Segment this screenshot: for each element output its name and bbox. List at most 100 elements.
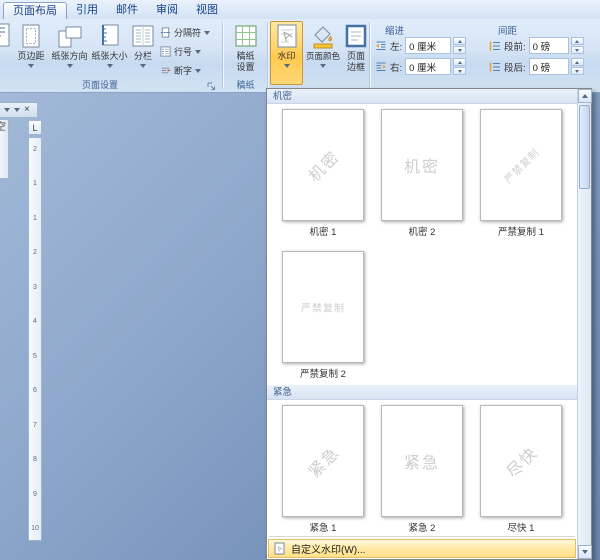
indent-right-value: 0 厘米: [409, 60, 436, 74]
watermark-preview-text: 机密: [302, 144, 344, 186]
scroll-down-icon: [582, 550, 588, 554]
watermark-preview-text: 尽快: [500, 440, 542, 482]
dropdown-arrow-icon[interactable]: [14, 108, 20, 112]
empty-cell: [477, 251, 565, 380]
indent-left-value: 0 厘米: [409, 39, 436, 53]
line-numbers-button[interactable]: 行号: [158, 43, 203, 60]
margins-label: 页边距: [17, 51, 44, 62]
hyphenation-button[interactable]: 断字: [158, 62, 203, 79]
ruler-number: 2: [33, 249, 37, 256]
dropdown-arrow-icon: [204, 31, 210, 35]
indent-right-row: 右: 0 厘米: [375, 58, 466, 75]
spin-up-button[interactable]: [453, 37, 466, 45]
watermark-gallery-content: 机密 机密 机密 1 机密 机密 2 严禁复制 严禁复制 1 严禁复制: [267, 89, 577, 559]
ruler-number: 8: [33, 456, 37, 463]
custom-watermark-label: 自定义水印(W)...: [291, 541, 365, 556]
page-setup-dialog-launcher[interactable]: [206, 79, 217, 90]
group-grid-paper: 稿纸 设置 稿纸: [223, 19, 268, 92]
spacing-after-icon: [489, 61, 501, 73]
indent-right-label: 右:: [390, 60, 402, 74]
scroll-up-button[interactable]: [578, 89, 592, 103]
spin-down-button[interactable]: [453, 67, 466, 75]
group-page-background: A 水印 页面颜色 页面 边框: [268, 19, 370, 92]
watermark-preview-text: 严禁复制: [500, 144, 542, 186]
scrollbar-thumb[interactable]: [579, 105, 590, 189]
watermark-option-do-not-copy-2[interactable]: 严禁复制 严禁复制 2: [279, 251, 367, 380]
watermark-option-label: 机密 2: [409, 224, 436, 238]
vertical-ruler[interactable]: 2112345678910: [28, 137, 42, 541]
indent-left-input[interactable]: 0 厘米: [405, 37, 451, 54]
spacing-after-spinner: [571, 58, 584, 75]
spacing-after-value: 0 磅: [533, 60, 550, 74]
watermark-preview-page: 机密: [381, 109, 463, 221]
paper-size-button[interactable]: 纸张大小: [90, 21, 129, 85]
watermark-option-do-not-copy-1[interactable]: 严禁复制 严禁复制 1: [477, 109, 565, 238]
watermark-preview-page: 严禁复制: [480, 109, 562, 221]
dropdown-arrow-icon: [195, 69, 201, 73]
group-paragraph: 缩进 间距 左: 0 厘米 右: 0 厘米: [371, 19, 600, 92]
watermark-option-label: 尽快 1: [508, 520, 535, 534]
indent-right-input[interactable]: 0 厘米: [405, 58, 451, 75]
watermark-preview-page: 紧急: [381, 405, 463, 517]
watermark-row-1: 机密 机密 1 机密 机密 2 严禁复制 严禁复制 1: [267, 104, 577, 238]
spacing-after-input[interactable]: 0 磅: [529, 58, 569, 75]
watermark-icon: A: [274, 23, 300, 49]
page-color-button[interactable]: 页面颜色: [304, 21, 342, 85]
dropdown-arrow-icon: [320, 64, 326, 68]
watermark-option-confidential-1[interactable]: 机密 机密 1: [279, 109, 367, 238]
page-borders-label-1: 页面: [347, 51, 365, 62]
spin-down-button[interactable]: [571, 67, 584, 75]
spin-up-button[interactable]: [571, 37, 584, 45]
dropdown-arrow-icon: [28, 64, 34, 68]
dropdown-arrow-icon: [107, 64, 113, 68]
columns-button[interactable]: 分栏: [130, 21, 156, 85]
ruler-number: 10: [31, 525, 39, 532]
ruler-number: 5: [33, 353, 37, 360]
watermark-gallery: 机密 机密 机密 1 机密 机密 2 严禁复制 严禁复制 1 严禁复制: [266, 88, 592, 560]
orientation-button[interactable]: 纸张方向: [50, 21, 89, 85]
watermark-option-urgent-2[interactable]: 紧急 紧急 2: [378, 405, 466, 534]
line-numbers-label: 行号: [174, 45, 192, 58]
breaks-button[interactable]: 分隔符: [158, 24, 212, 41]
spin-down-button[interactable]: [571, 46, 584, 54]
spin-up-button[interactable]: [453, 58, 466, 66]
custom-watermark-item[interactable]: A 自定义水印(W)...: [268, 539, 576, 558]
spacing-before-label: 段前:: [504, 39, 526, 53]
text-direction-button-partial[interactable]: [0, 22, 13, 56]
watermark-option-urgent-1[interactable]: 紧急 紧急 1: [279, 405, 367, 534]
dropdown-arrow-icon[interactable]: [4, 108, 10, 112]
scroll-down-button[interactable]: [578, 545, 592, 559]
tab-stop-selector[interactable]: L: [28, 120, 42, 135]
tab-view[interactable]: 视图: [187, 2, 227, 19]
spin-down-icon: [458, 70, 462, 73]
spin-down-icon: [458, 49, 462, 52]
hyphenation-icon: [160, 65, 171, 76]
watermark-option-asap-1[interactable]: 尽快 尽快 1: [477, 405, 565, 534]
page-break-icon: [160, 27, 171, 38]
spin-up-button[interactable]: [571, 58, 584, 66]
group-divider: [369, 22, 370, 88]
watermark-option-confidential-2[interactable]: 机密 机密 2: [378, 109, 466, 238]
tab-references[interactable]: 引用: [67, 2, 107, 19]
watermark-option-label: 紧急 2: [409, 520, 436, 534]
gallery-scrollbar[interactable]: [577, 89, 591, 559]
tab-mailings[interactable]: 邮件: [107, 2, 147, 19]
page-borders-button[interactable]: 页面 边框: [343, 21, 369, 85]
spin-down-button[interactable]: [453, 46, 466, 54]
columns-icon: [130, 23, 156, 49]
spacing-after-label: 段后:: [504, 60, 526, 74]
tab-page-layout[interactable]: 页面布局: [3, 2, 67, 19]
orientation-icon: [57, 23, 83, 49]
grid-paper-setup-button[interactable]: 稿纸 设置: [227, 21, 264, 85]
close-icon[interactable]: ×: [24, 105, 30, 115]
tab-review[interactable]: 审阅: [147, 2, 187, 19]
margins-button[interactable]: 页边距: [13, 21, 49, 85]
custom-watermark-icon: A: [273, 542, 286, 555]
orientation-label: 纸张方向: [51, 51, 87, 62]
indent-right-spinner: [453, 58, 466, 75]
group-title-grid-paper: 稿纸: [223, 78, 268, 91]
watermark-button[interactable]: A 水印: [270, 21, 303, 85]
spacing-before-input[interactable]: 0 磅: [529, 37, 569, 54]
spin-down-icon: [575, 49, 579, 52]
group-page-setup: 页边距 纸张方向 纸张大小 分栏 分隔符: [0, 19, 222, 92]
